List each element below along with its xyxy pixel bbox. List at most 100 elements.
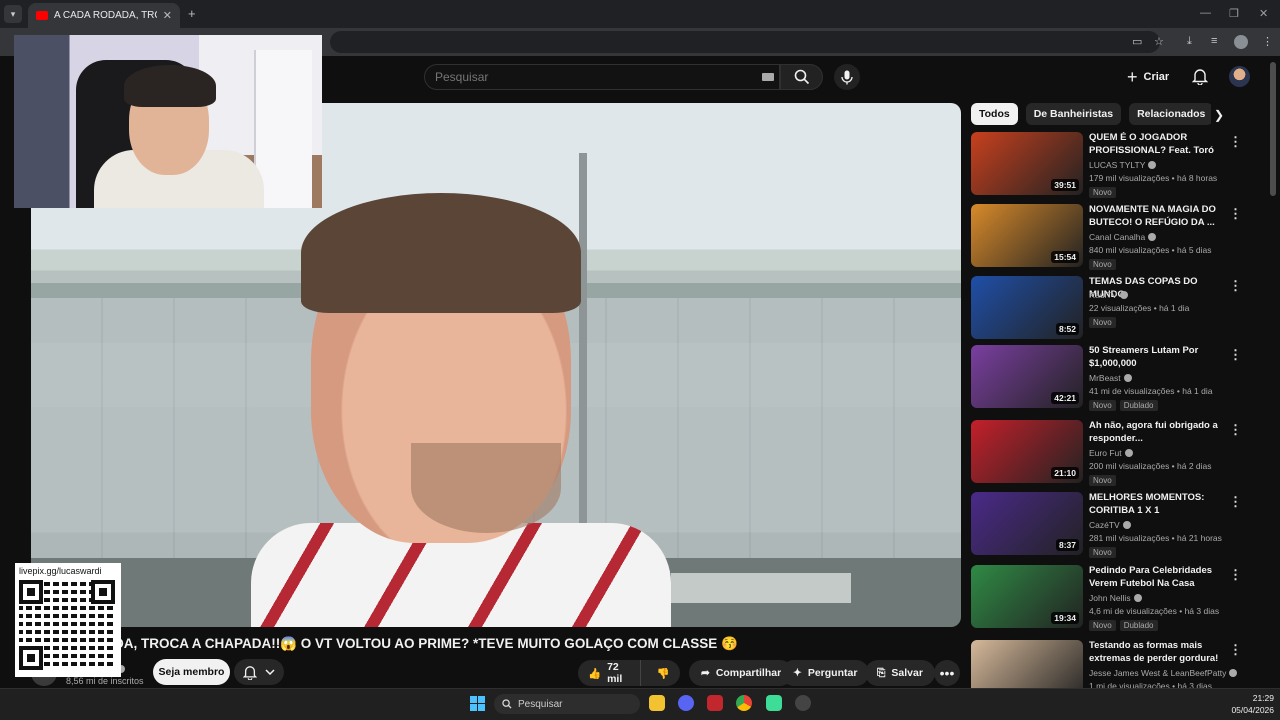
file-explorer-icon[interactable]	[649, 695, 665, 711]
recommended-video-title[interactable]: Ah não, agora fui obrigado a responder..…	[1089, 420, 1221, 445]
chrome-icon[interactable]	[736, 695, 752, 711]
more-actions-button[interactable]: •••	[934, 660, 960, 686]
verified-icon	[1122, 521, 1131, 529]
recommended-video[interactable]: 8:37 MELHORES MOMENTOS: CORITIBA 1 X 1 FL…	[971, 492, 1246, 558]
video-thumbnail[interactable]: 15:54	[971, 204, 1083, 267]
app-icon[interactable]	[707, 695, 723, 711]
like-button[interactable]: 👍 72 mil	[578, 660, 641, 686]
browser-menu-icon[interactable]: ⋮	[1262, 35, 1273, 48]
more-options-icon[interactable]: ⋮	[1229, 422, 1242, 438]
new-badge: Novo	[1089, 259, 1116, 270]
recommended-channel-name[interactable]: Euro Fut	[1089, 448, 1133, 458]
recommended-channel-name[interactable]: MrBeast	[1089, 373, 1132, 383]
browser-tab[interactable]: A CADA RODADA, TROCA A CHAPADA!! ✕	[28, 3, 180, 28]
search-icon	[502, 699, 512, 709]
recommended-video[interactable]: 42:21 50 Streamers Lutam Por $1,000,000 Mr…	[971, 345, 1246, 411]
video-duration: 39:51	[1051, 179, 1079, 191]
chip-relacionados[interactable]: Relacionados	[1129, 103, 1211, 125]
new-tab-button[interactable]: +	[188, 6, 196, 21]
video-duration: 42:21	[1051, 392, 1079, 404]
recommended-channel-name[interactable]: Canal Canalha	[1089, 232, 1157, 242]
taskbar-search[interactable]: Pesquisar	[494, 694, 640, 714]
new-badge: Novo	[1089, 317, 1116, 328]
video-thumbnail[interactable]: 8:52	[971, 276, 1083, 339]
notifications-bell-icon[interactable]	[1192, 68, 1208, 85]
recommended-video-title[interactable]: NOVAMENTE NA MAGIA DO BUTECO! O REFÚGIO …	[1089, 204, 1221, 229]
chip-de-banheiristas[interactable]: De Banheiristas	[1025, 103, 1122, 125]
video-thumbnail[interactable]: 19:34	[971, 565, 1083, 628]
plus-icon: +	[1127, 66, 1138, 87]
cast-icon[interactable]: ▭	[1132, 35, 1142, 48]
recommended-video-title[interactable]: MELHORES MOMENTOS: CORITIBA 1 X 1 FLUMIN…	[1089, 492, 1221, 518]
recommended-video[interactable]: 8:52 TEMAS DAS COPAS DO MUNDO RaulTV 22 vis…	[971, 276, 1246, 342]
more-options-icon[interactable]: ⋮	[1229, 206, 1242, 222]
voice-search-button[interactable]	[834, 64, 860, 90]
recommended-video-title[interactable]: Pedindo Para Celebridades Verem Futebol …	[1089, 565, 1221, 591]
youtube-favicon-icon	[36, 11, 48, 20]
recommended-video-title[interactable]: Testando as formas mais extremas de perd…	[1089, 640, 1221, 665]
new-badge: Novo	[1089, 620, 1116, 631]
app-icon[interactable]	[795, 695, 811, 711]
recommended-channel-name[interactable]: Jesse James West & LeanBeefPatty	[1089, 668, 1238, 678]
dislike-button[interactable]: 👎	[647, 667, 680, 680]
recommended-video-title[interactable]: 50 Streamers Lutam Por $1,000,000	[1089, 345, 1221, 370]
save-button[interactable]: ⎘ Salvar	[865, 660, 935, 686]
page-scrollbar[interactable]	[1270, 62, 1276, 196]
more-options-icon[interactable]: ⋮	[1229, 278, 1242, 294]
app-icon[interactable]	[766, 695, 782, 711]
chevron-right-icon[interactable]: ❯	[1214, 108, 1224, 122]
subscription-bell-button[interactable]	[234, 659, 284, 685]
more-options-icon[interactable]: ⋮	[1229, 567, 1242, 583]
search-input[interactable]	[435, 70, 735, 84]
video-thumbnail[interactable]: 8:37	[971, 492, 1083, 555]
download-icon[interactable]: ⤓	[1187, 35, 1192, 48]
browser-profile-avatar[interactable]	[1234, 35, 1248, 49]
more-options-icon[interactable]: ⋮	[1229, 642, 1242, 658]
create-button[interactable]: + Criar	[1127, 64, 1169, 90]
more-options-icon[interactable]: ⋮	[1229, 494, 1242, 510]
browser-tab-strip: ▾ A CADA RODADA, TROCA A CHAPADA!! ✕ + —…	[0, 0, 1280, 28]
recommended-channel-name[interactable]: CazéTV	[1089, 520, 1131, 530]
video-thumbnail[interactable]: 39:51	[971, 132, 1083, 195]
more-options-icon[interactable]: ⋮	[1229, 347, 1242, 363]
video-thumbnail[interactable]: 21:10	[971, 420, 1083, 483]
minimize-button[interactable]: —	[1200, 7, 1211, 19]
bell-icon	[243, 665, 257, 680]
chip-todos[interactable]: Todos	[971, 103, 1018, 125]
video-duration: 21:10	[1051, 467, 1079, 479]
share-button[interactable]: ➦ Compartilhar	[689, 660, 794, 686]
recommended-video-title[interactable]: QUEM É O JOGADOR PROFISSIONAL? Feat. Tor…	[1089, 132, 1221, 158]
more-options-icon[interactable]: ⋮	[1229, 134, 1242, 150]
bookmark-star-icon[interactable]: ☆	[1154, 35, 1164, 48]
join-member-button[interactable]: Seja membro	[153, 659, 230, 685]
system-clock[interactable]: 21:29 05/04/2026	[1224, 692, 1274, 716]
channel-text: RaulTV	[1089, 290, 1118, 300]
video-duration: 19:34	[1051, 612, 1079, 624]
sparkle-icon: ✦	[793, 667, 802, 679]
recommended-video[interactable]: 39:51 QUEM É O JOGADOR PROFISSIONAL? Feat…	[971, 132, 1246, 198]
recommended-video-meta: 41 mi de visualizações • há 1 dia	[1089, 386, 1213, 396]
share-arrow-icon: ➦	[701, 667, 710, 679]
recommended-video[interactable]: 21:10 Ah não, agora fui obrigado a respon…	[971, 420, 1246, 486]
recommended-channel-name[interactable]: LUCAS TYLTY	[1089, 160, 1157, 170]
video-thumbnail[interactable]: 42:21	[971, 345, 1083, 408]
account-avatar[interactable]	[1229, 66, 1250, 87]
recommended-video[interactable]: 15:54 NOVAMENTE NA MAGIA DO BUTECO! O REF…	[971, 204, 1246, 270]
windows-start-icon[interactable]	[470, 696, 485, 711]
ask-button[interactable]: ✦ Perguntar	[781, 660, 870, 686]
search-button[interactable]	[780, 64, 823, 90]
maximize-button[interactable]: ❐	[1229, 7, 1239, 20]
tab-search-button[interactable]: ▾	[4, 5, 22, 23]
recommended-channel-name[interactable]: RaulTV	[1089, 290, 1129, 300]
clock-date: 05/04/2026	[1231, 705, 1274, 715]
address-bar[interactable]	[330, 31, 1160, 53]
reading-list-icon[interactable]: ≡	[1211, 35, 1217, 47]
search-box[interactable]	[424, 64, 780, 90]
keyboard-icon[interactable]	[762, 73, 774, 81]
discord-icon[interactable]	[678, 695, 694, 711]
close-window-button[interactable]: ✕	[1259, 7, 1268, 20]
recommended-video[interactable]: 19:34 Pedindo Para Celebridades Verem Fut…	[971, 565, 1246, 631]
filter-chips: Todos De Banheiristas Relacionados Pa	[971, 103, 1211, 125]
close-tab-icon[interactable]: ✕	[163, 9, 172, 22]
recommended-channel-name[interactable]: John Nellis	[1089, 593, 1142, 603]
